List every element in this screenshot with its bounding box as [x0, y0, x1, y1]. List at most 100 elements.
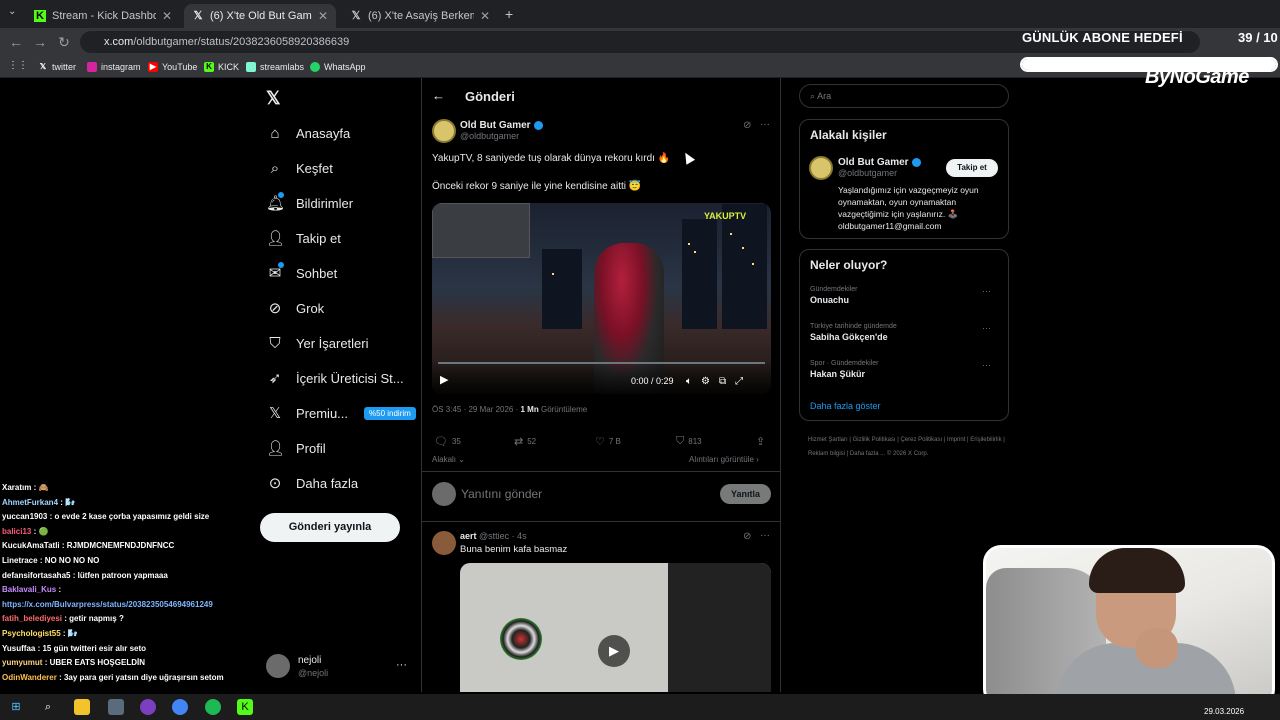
x-logo-icon[interactable]: 𝕏: [266, 88, 281, 109]
nav-chat[interactable]: ✉ Sohbet: [266, 261, 337, 285]
video-webcam-inset: [432, 203, 530, 258]
like-action[interactable]: ♡ 7 B: [595, 435, 621, 448]
sort-dropdown[interactable]: Alakalı ⌄: [432, 455, 465, 464]
nav-home[interactable]: ⌂ Anasayfa: [266, 121, 350, 145]
tab-old-but-gamer[interactable]: 𝕏 (6) X'te Old But Gamer: "YakupTV ✕: [184, 4, 336, 28]
account-switcher[interactable]: nejoli @nejoli ···: [266, 654, 416, 682]
play-icon[interactable]: ▶: [440, 373, 448, 386]
more-icon[interactable]: ···: [396, 659, 407, 671]
related-user-info[interactable]: Old But Gamer @oldbutgamer: [838, 157, 921, 178]
chat-username[interactable]: OdinWanderer: [2, 673, 57, 682]
close-icon[interactable]: ✕: [480, 9, 490, 23]
close-icon[interactable]: ✕: [162, 9, 172, 23]
nav-grok[interactable]: ⊘ Grok: [266, 296, 324, 320]
tab-search-icon[interactable]: ⌄: [8, 6, 16, 17]
streamlabs-icon: [246, 62, 256, 72]
bookmark-streamlabs[interactable]: streamlabs: [246, 60, 304, 74]
tweet-video[interactable]: YAKUPTV ▶ 0:00 / 0:29 🔈︎⚙⧉⤢: [432, 203, 771, 394]
chrome-icon[interactable]: [172, 699, 188, 715]
bookmark-label: WhatsApp: [324, 62, 366, 72]
reply-action[interactable]: 🗨︎ 35: [434, 435, 461, 448]
trend-item[interactable]: Türkiye tarihinde gündemde Sabiha Gökçen'…: [810, 323, 897, 342]
more-icon[interactable]: ···: [982, 286, 991, 296]
forward-icon[interactable]: →: [32, 34, 48, 50]
search-icon[interactable]: ⌕: [40, 699, 56, 715]
chat-username[interactable]: Psychologist55: [2, 629, 61, 638]
back-arrow-icon[interactable]: ←: [432, 88, 445, 103]
reload-icon[interactable]: ↻: [56, 34, 72, 50]
bookmark-whatsapp[interactable]: WhatsApp: [310, 60, 366, 74]
kick-icon: K: [34, 10, 46, 22]
retweet-action[interactable]: ⇄ 52: [514, 435, 536, 448]
chat-username[interactable]: yuccan1903: [2, 512, 47, 521]
nav-more[interactable]: ⊙ Daha fazla: [266, 471, 358, 495]
chat-username[interactable]: balici13: [2, 527, 31, 536]
chat-username[interactable]: Baklavali_Kus: [2, 585, 56, 594]
close-icon[interactable]: ✕: [318, 9, 328, 23]
bookmark-action[interactable]: ⛉ 813: [676, 435, 702, 448]
bookmark-instagram[interactable]: instagram: [87, 60, 141, 74]
play-icon[interactable]: ▶: [598, 635, 630, 667]
chat-username[interactable]: Linetrace: [2, 556, 38, 565]
reply-button[interactable]: Yanıtla: [720, 484, 771, 504]
more-icon[interactable]: ···: [982, 360, 991, 370]
tab-asayis-berkemal[interactable]: 𝕏 (6) X'te Asayiş Berkemal: "Aydın ✕: [342, 4, 498, 28]
reply-video[interactable]: ▶: [460, 563, 771, 692]
tab-kick-dashboard[interactable]: K Stream - Kick Dashboard ✕: [26, 4, 180, 28]
author-avatar[interactable]: [432, 119, 456, 143]
video-progress-bar[interactable]: [438, 362, 765, 364]
page-title: Gönderi: [465, 89, 515, 104]
nav-creator-studio[interactable]: ➶ İçerik Üreticisi St...: [266, 366, 404, 390]
show-more-link[interactable]: Daha fazla göster: [810, 401, 881, 411]
back-icon[interactable]: ←: [8, 34, 24, 50]
app-icon[interactable]: [140, 699, 156, 715]
follow-button[interactable]: Takip et: [946, 159, 998, 177]
chat-username[interactable]: Yusuffaa: [2, 644, 35, 653]
kick-icon[interactable]: K: [237, 699, 253, 715]
new-tab-icon[interactable]: +: [505, 6, 513, 22]
trend-item[interactable]: Spor · Gündemdekiler Hakan Şükür: [810, 360, 878, 379]
comment-icon: 🗨︎: [434, 436, 448, 448]
chat-username[interactable]: KucukAmaTatli: [2, 541, 60, 550]
share-action[interactable]: ⇪: [756, 435, 765, 448]
chat-text: https://x.com/Bulvarpress/status/2038235…: [2, 599, 213, 609]
reply-input[interactable]: Yanıtını gönder: [461, 487, 542, 501]
more-icon[interactable]: ···: [760, 530, 770, 541]
app-icon[interactable]: [108, 699, 124, 715]
chat-username[interactable]: yumyumut: [2, 658, 42, 667]
view-quotes-link[interactable]: Alıntıları görüntüle ›: [689, 455, 759, 464]
grok-icon[interactable]: ⊘: [743, 531, 751, 542]
related-avatar[interactable]: [809, 156, 833, 180]
more-icon[interactable]: ···: [982, 323, 991, 333]
windows-start-icon[interactable]: ⊞: [8, 699, 24, 715]
more-icon[interactable]: ···: [760, 119, 770, 130]
chat-username[interactable]: AhmetFurkan4: [2, 498, 58, 507]
nav-profile[interactable]: 👤︎ Profil: [266, 436, 326, 460]
apps-grid-icon[interactable]: ⋮⋮: [8, 60, 28, 71]
file-explorer-icon[interactable]: [74, 699, 90, 715]
reply-author-info[interactable]: aert @sttiec · 4s: [460, 531, 527, 541]
video-control-icons[interactable]: 🔈︎⚙⧉⤢: [686, 376, 752, 387]
author-info[interactable]: Old But Gamer @oldbutgamer: [460, 120, 543, 141]
divider: [422, 521, 780, 522]
nav-premium[interactable]: 𝕏 Premiu... %50 indirim: [266, 401, 416, 425]
chat-text: : 🌬️: [60, 497, 76, 507]
nav-explore[interactable]: ⌕ Keşfet: [266, 156, 333, 180]
footer-links[interactable]: Hizmet Şartları | Gizlilik Politikası | …: [808, 433, 1008, 461]
search-input[interactable]: ⌕ Ara: [799, 84, 1009, 108]
webcam-hand: [1136, 628, 1178, 668]
spotify-icon[interactable]: [205, 699, 221, 715]
grok-icon[interactable]: ⊘: [743, 120, 751, 131]
bookmark-youtube[interactable]: ▶ YouTube: [148, 60, 197, 74]
reply-author-avatar[interactable]: [432, 531, 456, 555]
bookmark-twitter[interactable]: 𝕏twitter: [38, 60, 76, 74]
bookmark-kick[interactable]: K KICK: [204, 60, 239, 74]
nav-notifications[interactable]: 🔔︎ Bildirimler: [266, 191, 353, 215]
nav-bookmarks[interactable]: ⛉ Yer İşaretleri: [266, 331, 368, 355]
nav-follow[interactable]: 👤︎ Takip et: [266, 226, 341, 250]
trend-item[interactable]: Gündemdekiler Onuachu: [810, 286, 857, 305]
chat-username[interactable]: Xaratım: [2, 483, 31, 492]
chat-username[interactable]: defansifortasaha5: [2, 571, 70, 580]
post-button[interactable]: Gönderi yayınla: [260, 513, 400, 542]
chat-username[interactable]: fatih_belediyesi: [2, 614, 62, 623]
